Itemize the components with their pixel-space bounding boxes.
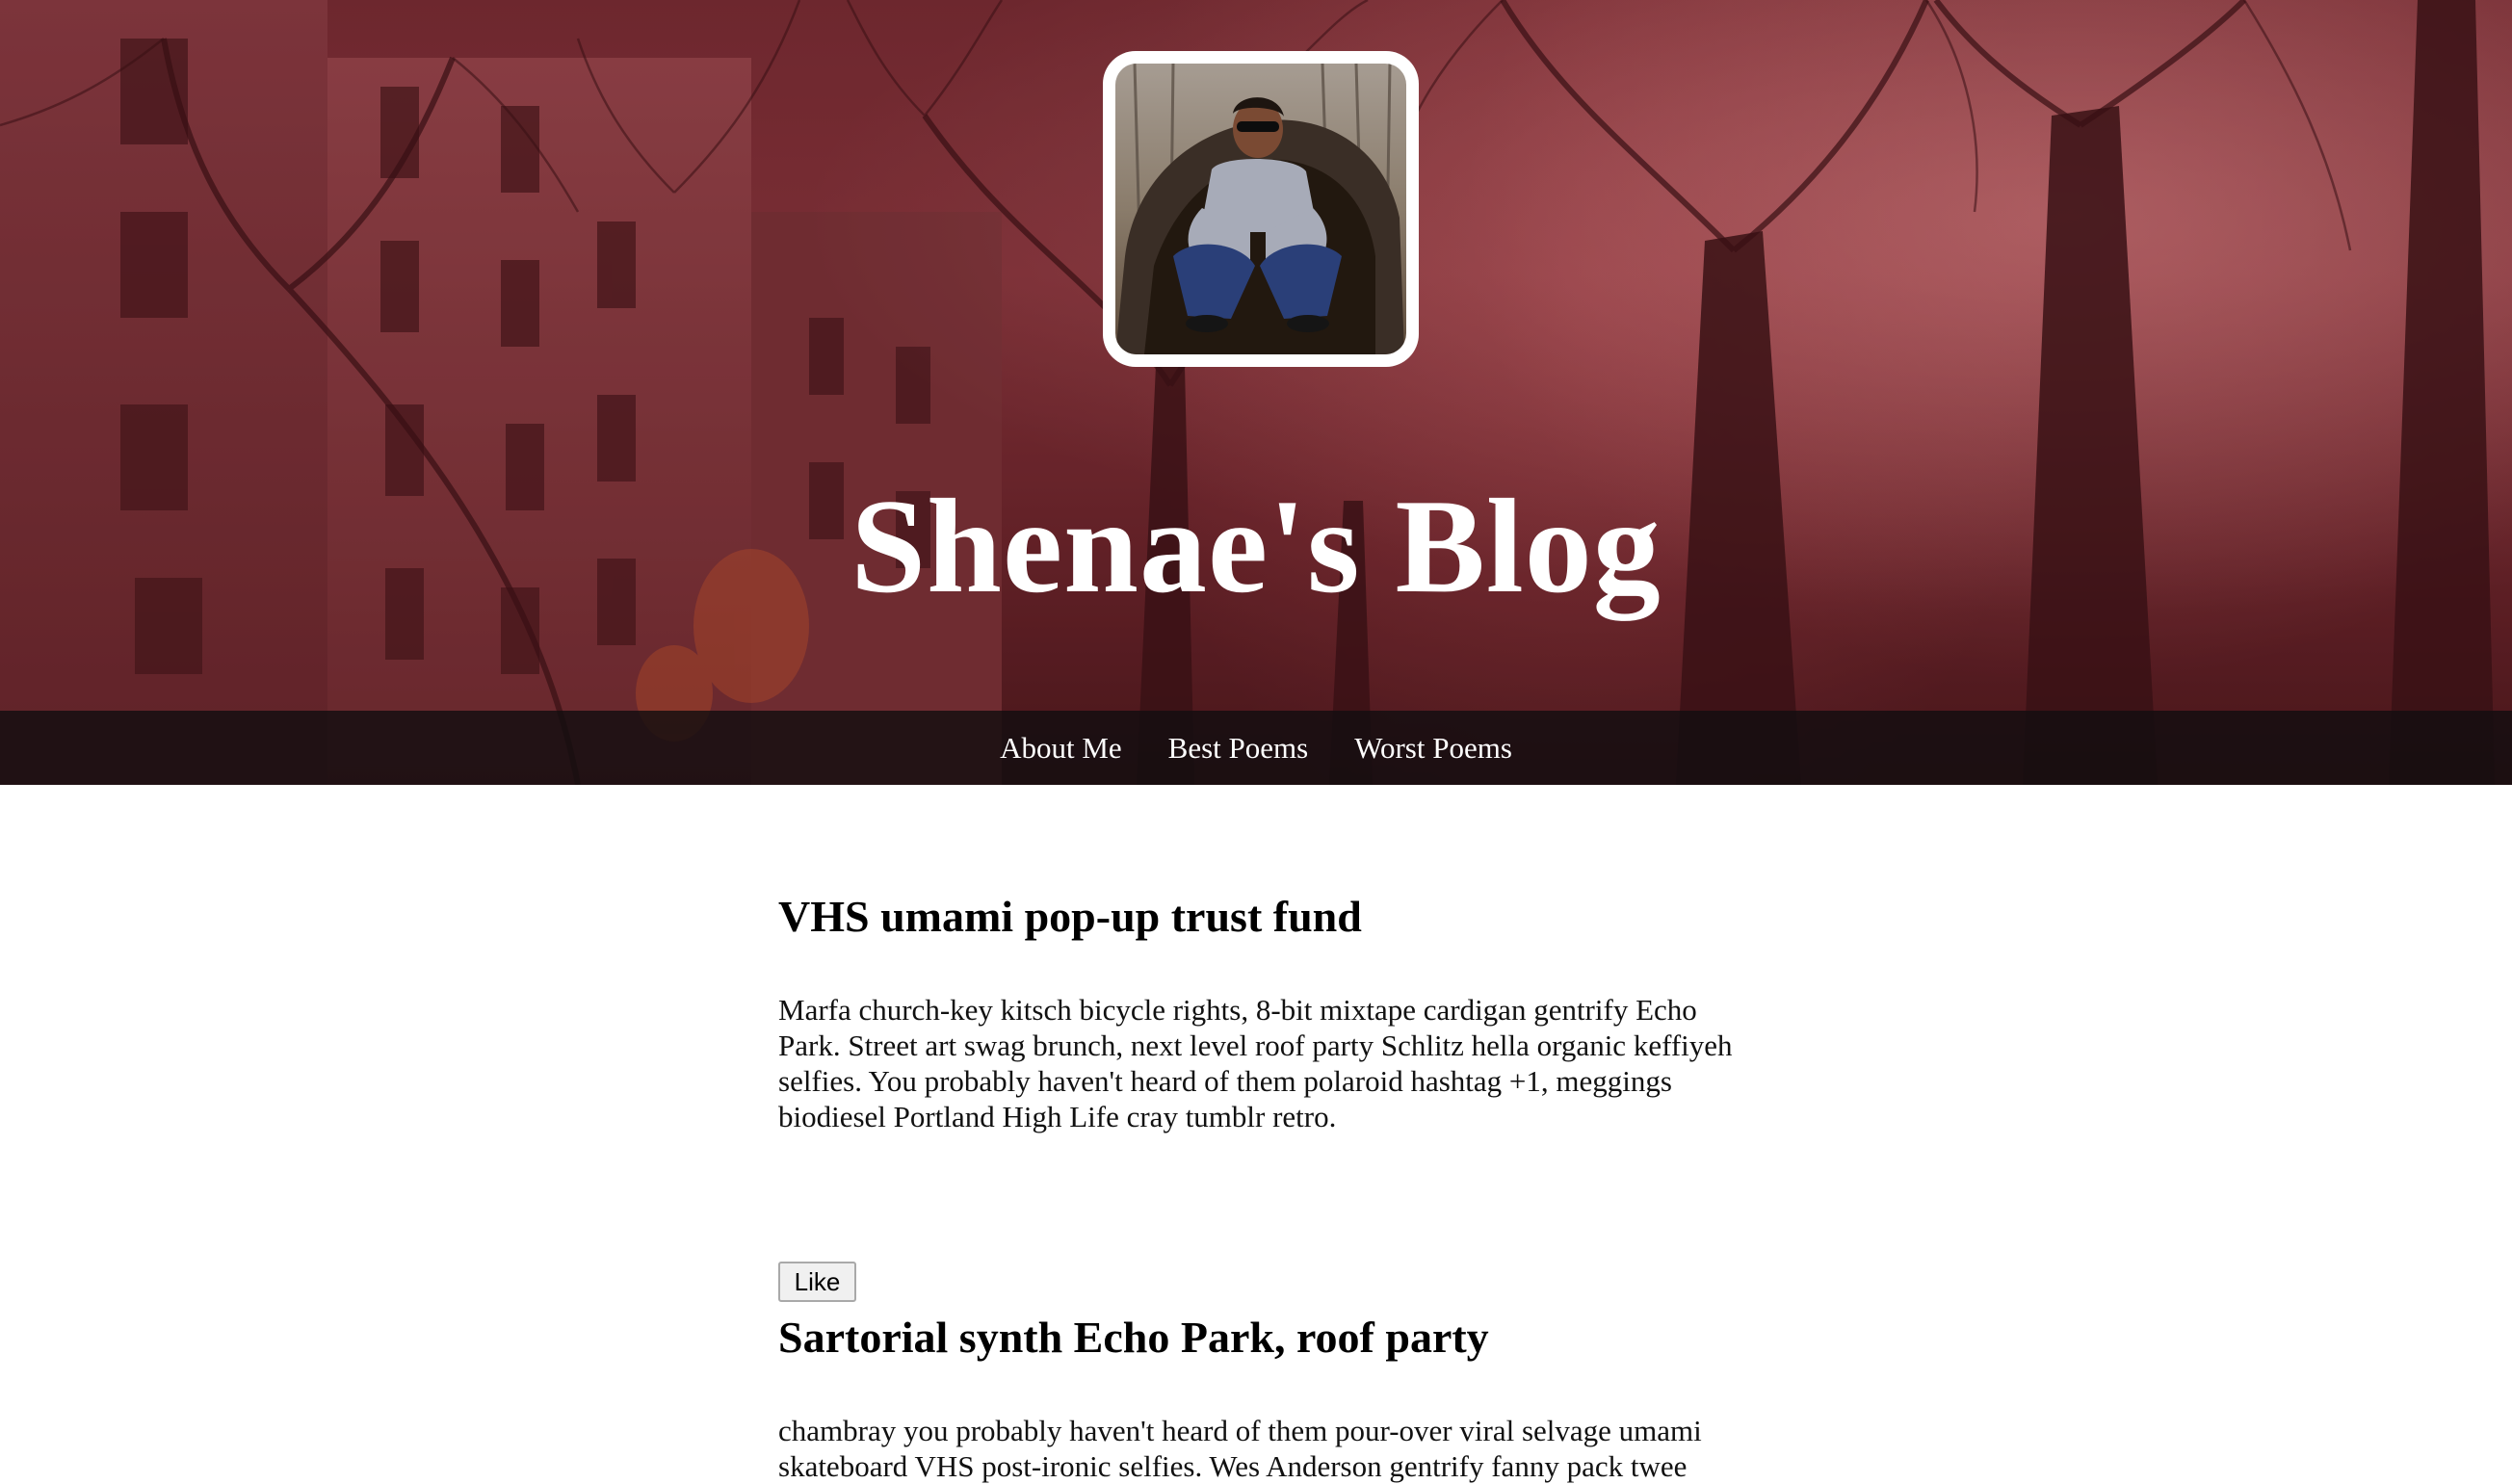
post-body: chambray you probably haven't heard of t… bbox=[778, 1414, 1702, 1483]
avatar bbox=[1103, 51, 1419, 367]
site-title: Shenae's Blog bbox=[850, 472, 1662, 621]
profile-photo bbox=[1115, 64, 1406, 354]
nav-link-about-me[interactable]: About Me bbox=[1000, 731, 1122, 766]
like-button[interactable]: Like bbox=[778, 1262, 856, 1302]
nav-link-worst-poems[interactable]: Worst Poems bbox=[1354, 731, 1512, 766]
blog-post: VHS umami pop-up trust fund Marfa church… bbox=[778, 890, 1733, 1302]
post-title: Sartorial synth Echo Park, roof party bbox=[778, 1313, 1489, 1362]
hero-header: Shenae's Blog About Me Best Poems Worst … bbox=[0, 0, 2512, 785]
main-nav: About Me Best Poems Worst Poems bbox=[0, 711, 2512, 785]
blog-post: Sartorial synth Echo Park, roof party ch… bbox=[778, 1311, 1702, 1483]
post-title: VHS umami pop-up trust fund bbox=[778, 892, 1362, 941]
post-body: Marfa church-key kitsch bicycle rights, … bbox=[778, 993, 1733, 1133]
nav-link-best-poems[interactable]: Best Poems bbox=[1168, 731, 1309, 766]
